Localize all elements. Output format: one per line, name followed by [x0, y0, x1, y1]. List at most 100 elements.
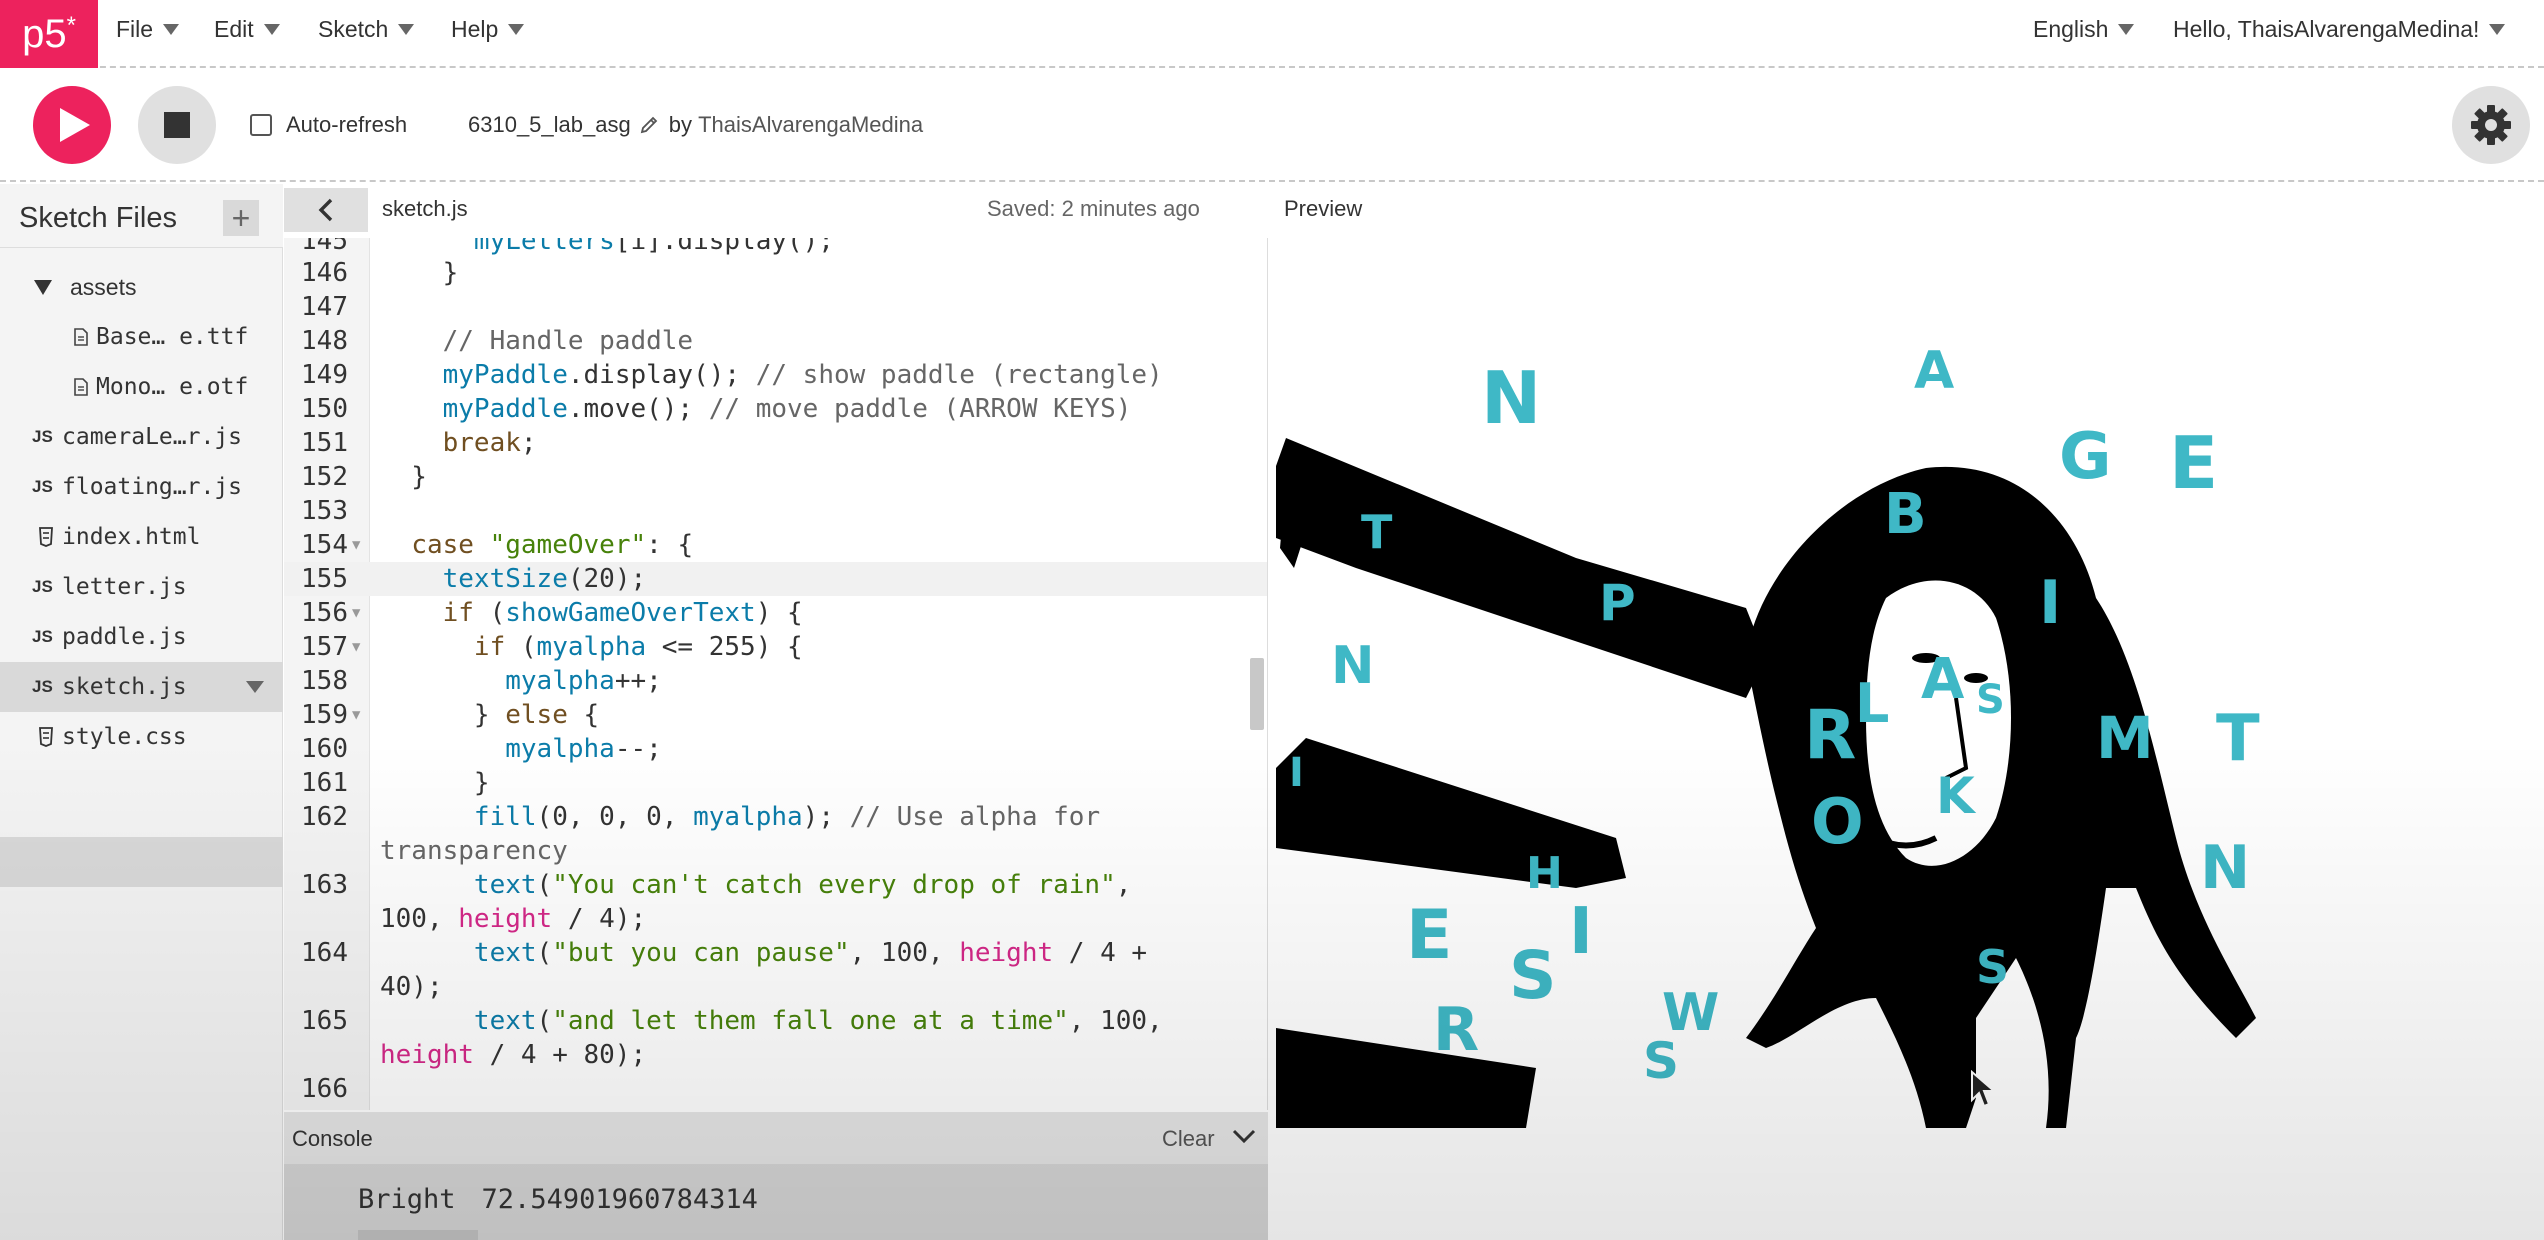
- falling-letter: R: [1433, 995, 1479, 1065]
- language-label: English: [2033, 16, 2109, 42]
- fold-triangle-icon[interactable]: ▼: [352, 528, 360, 562]
- code-line-wrap: height / 4 + 80);: [380, 1040, 647, 1070]
- p5-logo[interactable]: p5 *: [0, 0, 98, 68]
- file-item-letter-js[interactable]: JS letter.js: [0, 562, 283, 612]
- code-line: 157 ▼ if (myalpha <= 255) {: [284, 630, 1267, 664]
- console-log-value: 72.54901960784314: [481, 1184, 758, 1215]
- js-file-icon: JS: [32, 627, 53, 646]
- code-line: 158 myalpha++;: [284, 664, 1267, 698]
- file-item-font-base[interactable]: Base… e.ttf: [0, 312, 283, 362]
- chevron-down-icon[interactable]: [1232, 1128, 1256, 1146]
- auto-refresh-checkbox[interactable]: [250, 114, 272, 136]
- pencil-icon[interactable]: [639, 115, 659, 135]
- line-number: 159: [301, 700, 348, 730]
- collapse-sidebar-button[interactable]: [284, 188, 368, 232]
- line-number: 153: [301, 496, 348, 526]
- logo-text: p5: [22, 11, 67, 56]
- falling-letter: N: [1331, 636, 1375, 696]
- file-name: sketch.js: [62, 674, 187, 700]
- file-item-style-css[interactable]: style.css: [0, 712, 283, 762]
- mouse-cursor-icon: [1971, 1070, 1997, 1108]
- file-name: cameraLe…r.js: [62, 424, 243, 450]
- user-menu[interactable]: Hello, ThaisAlvarengaMedina!: [2173, 16, 2506, 43]
- file-item-paddle-js[interactable]: JS paddle.js: [0, 612, 283, 662]
- folder-open-icon: [34, 279, 52, 295]
- falling-letter: N: [1481, 356, 1541, 440]
- file-options-caret-icon[interactable]: [246, 681, 264, 693]
- line-number: 145: [301, 238, 348, 256]
- code-line-wrap: 100, height / 4);: [380, 904, 647, 934]
- console-output: Bright 72.54901960784314: [284, 1164, 1268, 1240]
- stop-button[interactable]: [138, 86, 216, 164]
- caret-down-icon: [2489, 24, 2506, 35]
- sidebar-header: Sketch Files +: [0, 184, 283, 248]
- js-file-icon: JS: [32, 677, 53, 696]
- code-line: 164 text("but you can pause", 100, heigh…: [284, 936, 1267, 970]
- code-line-wrap: 40);: [380, 972, 443, 1002]
- sketch-name[interactable]: 6310_5_lab_asg: [468, 112, 631, 138]
- line-number: 166: [301, 1074, 348, 1104]
- menu-help[interactable]: Help: [451, 16, 525, 43]
- file-item-index-html[interactable]: index.html: [0, 512, 283, 562]
- falling-letter: B: [1884, 482, 1927, 547]
- file-item-sketch-js[interactable]: JS sketch.js: [0, 662, 283, 712]
- code-editor[interactable]: 145 myLetters[i].display(); 146 } 147 14…: [284, 238, 1268, 1110]
- caret-down-icon: [263, 24, 280, 35]
- preview-frame[interactable]: NAGETBPINLARSMTIOKHNESISWRS: [1276, 238, 2348, 1128]
- falling-letter: O: [1811, 785, 1864, 858]
- falling-letter: I: [1289, 750, 1304, 796]
- code-line: 148 // Handle paddle: [284, 324, 1267, 358]
- line-number: 162: [301, 802, 348, 832]
- code-line-wrap: transparency: [380, 836, 568, 866]
- file-item-assets[interactable]: assets: [0, 262, 283, 312]
- code-line: 151 break;: [284, 426, 1267, 460]
- editor-scrollbar-thumb[interactable]: [1250, 658, 1264, 730]
- auto-refresh-toggle[interactable]: Auto-refresh: [250, 112, 407, 138]
- js-file-icon: JS: [32, 477, 53, 496]
- console-clear-button[interactable]: Clear: [1162, 1126, 1215, 1152]
- sketch-canvas[interactable]: N AG ET BP INL AR SM TIO KH NESI SWR S: [1276, 238, 2348, 1128]
- fold-triangle-icon[interactable]: ▼: [352, 596, 360, 630]
- line-number: 163: [301, 870, 348, 900]
- file-item-floatingletter[interactable]: JS floating…r.js: [0, 462, 283, 512]
- code-line: 165 text("and let them fall one at a tim…: [284, 1004, 1267, 1038]
- line-number: 150: [301, 394, 348, 424]
- stop-icon: [164, 112, 190, 138]
- file-name: Base… e.ttf: [96, 324, 249, 350]
- code-line: 152 }: [284, 460, 1267, 494]
- code-line: 162 fill(0, 0, 0, myalpha); // Use alpha…: [284, 800, 1267, 834]
- line-number: 165: [301, 1006, 348, 1036]
- falling-letter: R: [1804, 696, 1856, 775]
- file-item-cameraletter[interactable]: JS cameraLe…r.js: [0, 412, 283, 462]
- caret-down-icon: [2118, 24, 2135, 35]
- menu-sketch[interactable]: Sketch: [318, 16, 415, 43]
- code-line: 145 myLetters[i].display();: [284, 238, 1267, 258]
- line-number: 161: [301, 768, 348, 798]
- sketch-files-sidebar: Sketch Files + assets Base… e.ttf Mono… …: [0, 184, 283, 1240]
- line-number: 151: [301, 428, 348, 458]
- menu-help-label: Help: [451, 16, 499, 42]
- language-menu[interactable]: English: [2033, 16, 2135, 43]
- code-line: 163 text("You can't catch every drop of …: [284, 868, 1267, 902]
- author-link[interactable]: ThaisAlvarengaMedina: [698, 112, 923, 138]
- console-header: Console Clear: [284, 1112, 1268, 1164]
- add-file-button[interactable]: +: [223, 200, 259, 236]
- js-file-icon: JS: [32, 427, 53, 446]
- falling-letter: A: [1914, 341, 1954, 401]
- line-number: 149: [301, 360, 348, 390]
- plus-icon: +: [231, 200, 251, 236]
- editor-header: sketch.js Saved: 2 minutes ago: [284, 184, 1268, 236]
- menu-edit[interactable]: Edit: [214, 16, 280, 43]
- file-item-font-mono[interactable]: Mono… e.otf: [0, 362, 283, 412]
- fold-triangle-icon[interactable]: ▼: [352, 698, 360, 732]
- play-button[interactable]: [33, 86, 111, 164]
- falling-letter: L: [1855, 672, 1889, 735]
- console-log-key: Bright: [358, 1184, 456, 1215]
- falling-letter: S: [1976, 940, 2009, 994]
- falling-letter: S: [1509, 937, 1557, 1014]
- code-line: 147: [284, 290, 1267, 324]
- menu-file[interactable]: File: [116, 16, 180, 43]
- fold-triangle-icon[interactable]: ▼: [352, 630, 360, 664]
- sidebar-title: Sketch Files: [19, 202, 177, 234]
- settings-button[interactable]: [2452, 86, 2530, 164]
